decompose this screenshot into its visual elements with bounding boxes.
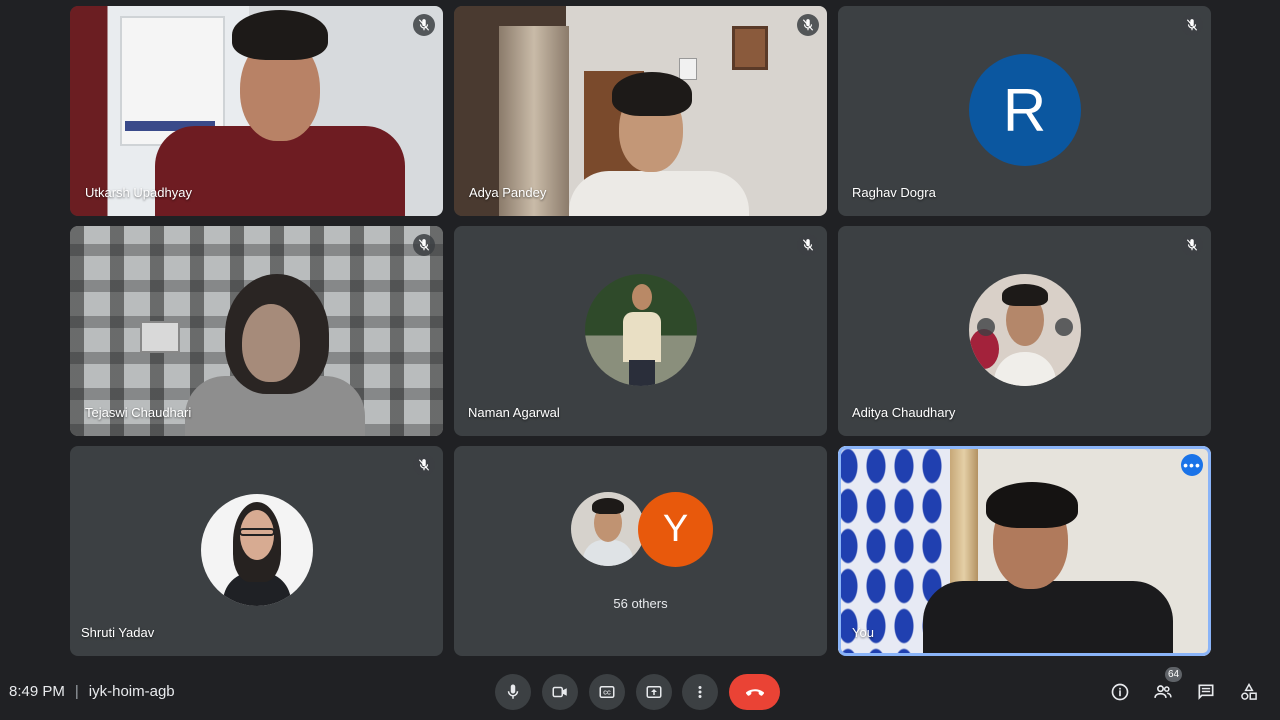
more-options-icon xyxy=(698,686,702,698)
meeting-code: iyk-hoim-agb xyxy=(88,683,175,700)
muted-icon xyxy=(413,14,435,36)
others-tile[interactable]: Y 56 others xyxy=(454,446,827,656)
muted-icon xyxy=(413,454,435,476)
avatar-initial: Y xyxy=(662,508,689,550)
others-avatar-photo xyxy=(571,492,645,566)
participant-tile-utkarsh[interactable]: Utkarsh Upadhyay xyxy=(70,6,443,216)
present-screen-button[interactable] xyxy=(636,674,672,710)
participant-name: Shruti Yadav xyxy=(81,625,155,640)
participant-avatar: R xyxy=(968,54,1081,166)
activities-button[interactable] xyxy=(1237,680,1261,704)
participant-avatar xyxy=(584,274,697,386)
others-count-label: 56 others xyxy=(613,596,668,611)
leave-call-button[interactable] xyxy=(729,674,780,710)
video-feed xyxy=(838,446,1211,656)
activities-icon xyxy=(1241,682,1257,700)
participant-avatar xyxy=(200,494,313,606)
muted-icon xyxy=(1181,234,1203,256)
muted-icon xyxy=(1181,14,1203,36)
participant-tile-tejaswi[interactable]: Tejaswi Chaudhari xyxy=(70,226,443,436)
participant-name: Adya Pandey xyxy=(469,185,547,200)
captions-icon: CC xyxy=(599,686,615,698)
participant-name: Naman Agarwal xyxy=(468,405,560,420)
hang-up-icon xyxy=(745,689,764,696)
participant-count-badge: 64 xyxy=(1165,667,1183,682)
participant-tile-naman[interactable]: Naman Agarwal xyxy=(454,226,827,436)
meeting-details-button[interactable] xyxy=(1108,680,1132,704)
chat-icon xyxy=(1198,684,1214,700)
present-screen-icon xyxy=(646,686,662,698)
divider: | xyxy=(74,683,79,700)
people-button[interactable] xyxy=(1151,680,1175,704)
more-options-button[interactable] xyxy=(682,674,718,710)
participant-avatar xyxy=(968,274,1081,386)
participant-tile-adya[interactable]: Adya Pandey xyxy=(454,6,827,216)
participant-tile-shruti[interactable]: Shruti Yadav xyxy=(70,446,443,656)
participant-tile-you[interactable]: ••• You xyxy=(838,446,1211,656)
participant-tile-raghav[interactable]: R Raghav Dogra xyxy=(838,6,1211,216)
microphone-button[interactable] xyxy=(495,674,531,710)
microphone-icon xyxy=(507,684,519,699)
participant-tile-aditya[interactable]: Aditya Chaudhary xyxy=(838,226,1211,436)
muted-icon xyxy=(413,234,435,256)
participant-name: Aditya Chaudhary xyxy=(852,405,956,420)
captions-button[interactable]: CC xyxy=(589,674,625,710)
current-time: 8:49 PM xyxy=(9,683,65,700)
camera-button[interactable] xyxy=(542,674,578,710)
participant-name: Utkarsh Upadhyay xyxy=(85,185,192,200)
more-options-icon[interactable]: ••• xyxy=(1181,454,1203,476)
svg-text:CC: CC xyxy=(603,691,611,697)
people-icon xyxy=(1154,685,1172,698)
muted-icon xyxy=(797,234,819,256)
info-icon xyxy=(1111,683,1129,701)
meeting-info: 8:49 PM | iyk-hoim-agb xyxy=(9,683,175,700)
participant-name: Tejaswi Chaudhari xyxy=(85,405,192,420)
others-avatar-initial: Y xyxy=(638,492,713,567)
camera-icon xyxy=(552,686,567,698)
muted-icon xyxy=(797,14,819,36)
participant-name: Raghav Dogra xyxy=(852,185,936,200)
participant-name: You xyxy=(852,625,874,640)
chat-button[interactable] xyxy=(1194,680,1218,704)
avatar-initial: R xyxy=(1002,76,1047,144)
